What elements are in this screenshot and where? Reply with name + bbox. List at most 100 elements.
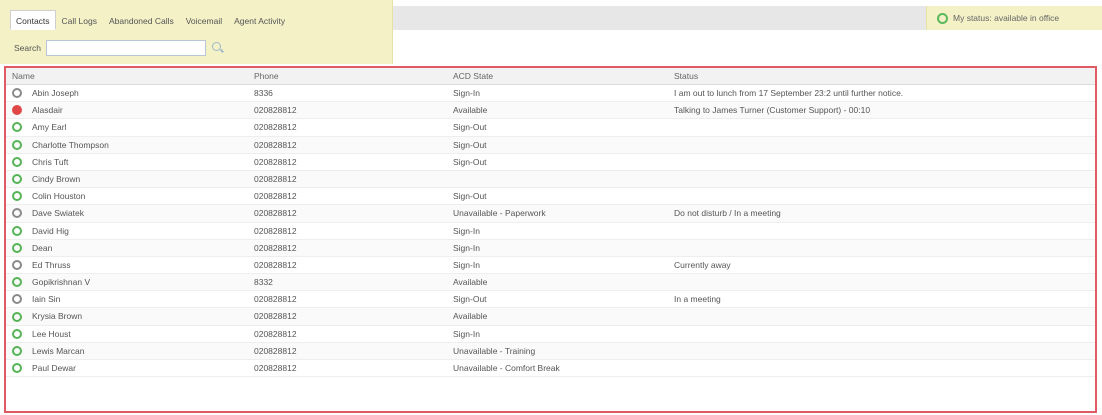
phone-cell: 020828812 [254,328,297,339]
available-status-icon [937,12,948,24]
table-row[interactable]: Lewis Marcan 020828812 Unavailable - Train… [6,342,1095,360]
contact-name: Paul Dewar [32,363,76,373]
acd-state-cell: Unavailable - Comfort Break [453,363,560,373]
acd-state-cell: Unavailable - Training [453,345,536,356]
status-cell [672,137,1095,153]
available-presence-icon [12,139,22,150]
offline-presence-icon [12,88,22,99]
name-cell: Cindy Brown [6,171,250,187]
table-row[interactable]: Krysia Brown 020828812 Available [6,308,1095,326]
contact-name: Dean [32,242,53,253]
contact-name: Amy Earl [32,122,67,133]
table-row[interactable]: Ed Thruss 020828812 Sign-In Currently away [6,257,1095,275]
acd-state-cell: Available [453,105,488,116]
table-row[interactable]: Dean 020828812 Sign-In [6,239,1095,257]
table-row[interactable]: Chris Tuft 020828812 Sign-Out [6,154,1095,171]
contact-name: Lewis Marcan [32,345,85,356]
my-status-area[interactable]: My status: available in office [926,6,1102,30]
search-input[interactable] [46,40,206,56]
available-presence-icon [12,345,22,356]
acd-state-cell: Sign-Out [453,294,487,305]
status-cell [672,326,1095,342]
phone-cell: 8332 [254,277,273,288]
search-icon[interactable] [212,42,224,54]
busy-presence-icon [12,105,22,116]
table-row[interactable]: Paul Dewar 020828812 Unavailable - Comfort… [6,360,1095,378]
status-cell [672,274,1095,290]
acd-state-cell: Sign-Out [453,191,487,202]
available-presence-icon [12,174,22,185]
contact-name: Cindy Brown [32,173,81,184]
phone-cell: 020828812 [254,208,297,219]
phone-cell: 020828812 [254,294,297,305]
acd-state-cell: Sign-In [453,88,480,98]
table-row[interactable]: Alasdair 020828812 Available Talking to Jam… [6,102,1095,120]
status-cell: I am out to lunch from 17 September 23:2… [674,88,904,98]
available-presence-icon [12,363,22,374]
tab-abandoned-calls[interactable]: Abandoned Calls [103,10,180,30]
contact-name: Krysia Brown [32,311,83,322]
column-header-name[interactable]: Name [6,68,250,84]
name-cell: Dean [6,240,250,256]
phone-cell: 020828812 [254,259,297,270]
table-row[interactable]: Dave Swiatek 020828812 Unavailable - Paper… [6,205,1095,223]
offline-presence-icon [12,208,22,219]
name-cell: Lee Houst [6,326,250,342]
table-row[interactable]: Lee Houst 020828812 Sign-In [6,326,1095,343]
table-row[interactable]: Charlotte Thompson 020828812 Sign-Out [6,136,1095,154]
contact-name: Iain Sin [32,294,61,305]
acd-state-cell: Sign-In [453,225,480,236]
available-presence-icon [12,156,22,167]
contact-name: David Hig [32,225,69,236]
name-cell: Chris Tuft [6,154,250,170]
offline-presence-icon [12,259,22,270]
grid-header: Name Phone ACD State Status [6,68,1095,85]
status-cell [672,154,1095,170]
table-row[interactable]: Gopikrishnan V 8332 Available [6,274,1095,292]
contact-name: Lee Houst [32,328,71,339]
table-row[interactable]: Iain Sin 020828812 Sign-Out In a meeting [6,291,1095,309]
status-cell: Talking to James Turner (Customer Suppor… [674,105,871,116]
tab-contacts[interactable]: Contacts [10,10,56,30]
acd-state-cell: Sign-Out [453,139,487,150]
available-presence-icon [12,122,22,133]
available-presence-icon [12,191,22,202]
phone-cell: 020828812 [254,122,297,133]
phone-cell: 020828812 [254,345,297,356]
status-cell [672,343,1095,359]
contact-name: Abin Joseph [32,88,79,98]
phone-cell: 020828812 [254,105,297,116]
column-header-status[interactable]: Status [672,68,1095,84]
table-row[interactable]: Abin Joseph 8336 Sign-In I am out to lunch … [6,85,1095,103]
tab-call-logs[interactable]: Call Logs [56,10,103,30]
name-cell: Gopikrishnan V [6,274,250,290]
status-cell [672,188,1095,204]
column-header-acd-state[interactable]: ACD State [451,68,672,84]
tab-voicemail[interactable]: Voicemail [180,10,228,30]
available-presence-icon [12,328,22,339]
table-row[interactable]: Colin Houston 020828812 Sign-Out [6,188,1095,206]
status-cell [672,360,1095,376]
contact-name: Dave Swiatek [32,208,84,219]
acd-state-cell: Available [453,311,488,322]
name-cell: Alasdair [6,102,250,118]
table-row[interactable]: Cindy Brown 020828812 [6,170,1095,189]
acd-state-cell: Unavailable - Paperwork [453,208,546,219]
search-label: Search [14,43,41,53]
acd-state-cell: Sign-In [453,328,480,339]
table-row[interactable]: David Hig 020828812 Sign-In [6,223,1095,240]
phone-cell: 020828812 [254,225,297,236]
column-header-phone[interactable]: Phone [250,68,451,84]
table-row[interactable]: Amy Earl 020828812 Sign-Out [6,119,1095,137]
phone-cell: 020828812 [254,242,297,253]
name-cell: Amy Earl [6,119,250,135]
contact-name: Chris Tuft [32,156,69,167]
contact-name: Colin Houston [32,191,86,202]
phone-cell: 020828812 [254,363,297,373]
status-cell [672,119,1095,135]
tab-agent-activity[interactable]: Agent Activity [228,10,291,30]
available-presence-icon [12,242,22,253]
status-cell [672,308,1095,324]
contacts-grid: Name Phone ACD State Status Abin Joseph 8… [4,66,1097,413]
grid-body: Abin Joseph 8336 Sign-In I am out to lunch … [6,85,1095,378]
